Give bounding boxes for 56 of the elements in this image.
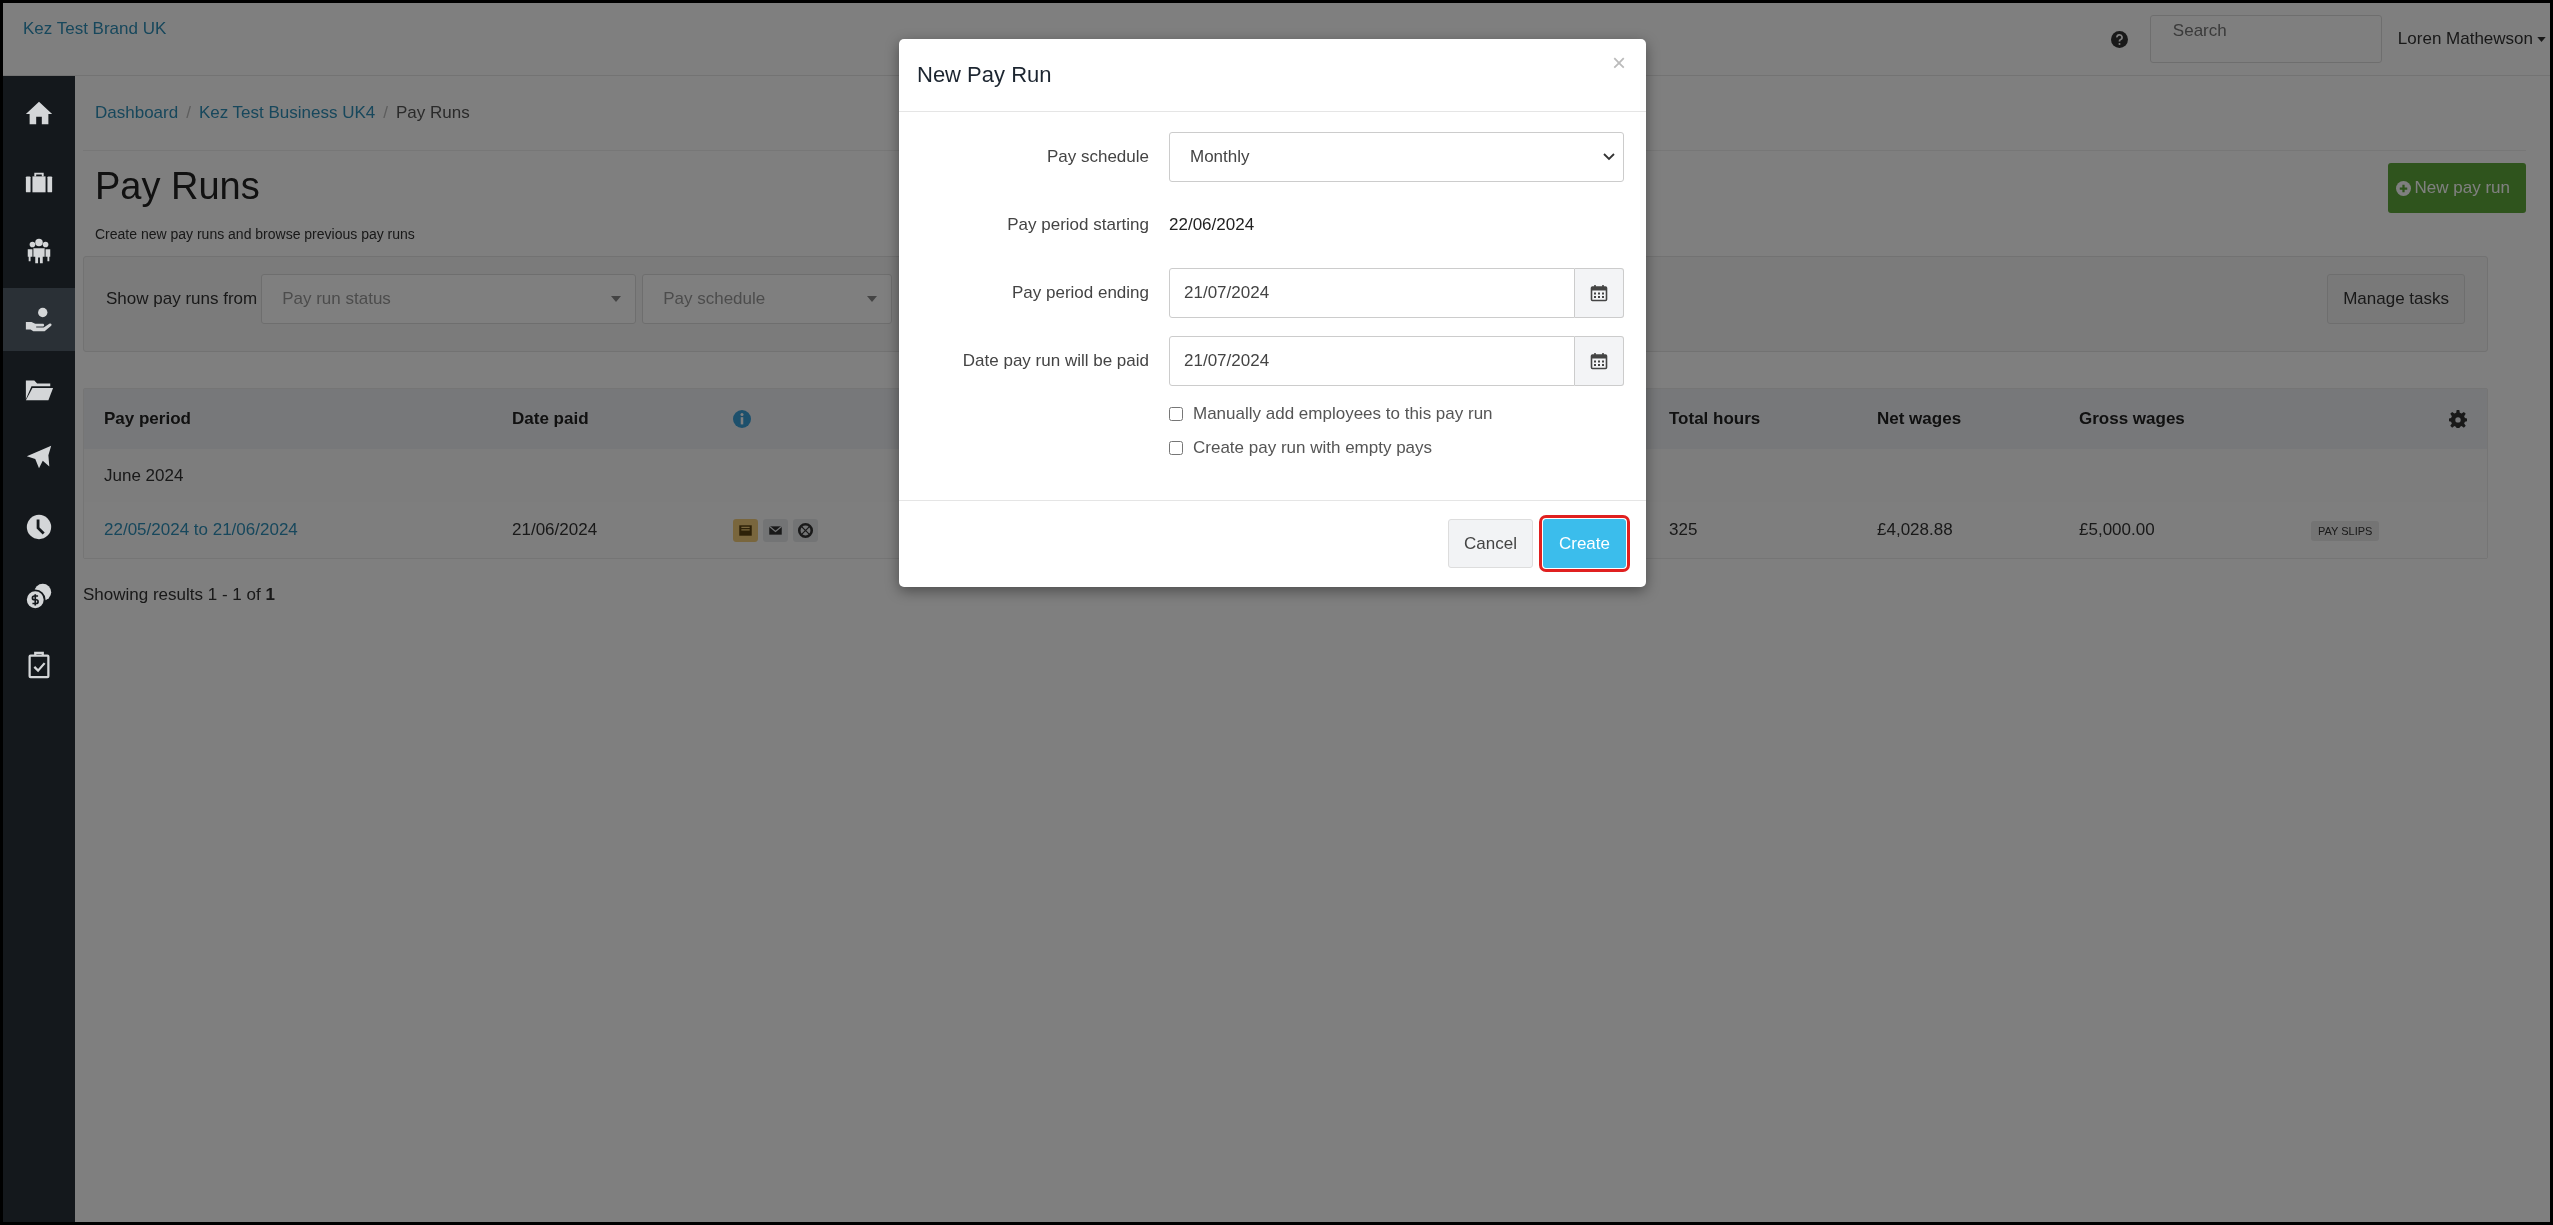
field-value: 22/06/2024 [1169,215,1255,234]
breadcrumb-link[interactable]: Dashboard [95,103,179,123]
user-menu[interactable]: Loren Mathewson [2397,29,2546,49]
calendar-button[interactable] [1575,268,1624,318]
breadcrumb-current: Pay Runs [396,103,470,123]
dialog-title: New Pay Run [917,62,1052,88]
checkbox-label: Manually add employees to this pay run [1193,404,1493,424]
close-button[interactable]: × [1608,49,1630,77]
field-label: Pay period ending [1010,283,1149,303]
field-label: Pay schedule [1045,147,1149,167]
column-header: Date paid [511,409,590,429]
plus-circle-icon [2395,180,2411,196]
column-header: Net wages [1876,409,1963,429]
group-label: June 2024 [104,465,184,486]
table-cell-text: £4,028.88 [1876,520,1954,540]
brand-link[interactable]: Kez Test Brand UK [23,19,167,39]
pay-slips-tag[interactable]: PAY SLIPS [2311,521,2380,541]
table-cell-text: 325 [1668,520,1699,540]
nav-item[interactable] [3,288,75,351]
calendar-icon [1590,284,1608,302]
search-field[interactable]: Search [2149,15,2382,63]
calendar-button[interactable] [1575,336,1624,386]
dropdown-field[interactable]: Monthly [1169,132,1624,182]
chevron-down-icon [1603,153,1615,161]
filter-label: Show pay runs from [106,289,258,309]
checkbox-label: Create pay run with empty pays [1193,438,1433,458]
inbox-icon[interactable] [733,518,758,542]
breadcrumb-separator: / [383,103,389,123]
manage-tasks-button[interactable]: Manage tasks [2327,274,2465,324]
field-label: Date pay run will be paid [961,351,1149,371]
checkbox[interactable] [1169,407,1183,421]
help-icon[interactable] [2110,30,2128,48]
breadcrumb-separator: / [186,103,191,123]
cancel-button[interactable]: Cancel [1448,519,1533,568]
column-header: Gross wages [2078,409,2186,429]
envelope-icon[interactable] [763,518,788,542]
caret-icon [2537,36,2546,42]
page-subtitle: Create new pay runs and browse previous pay runs [95,226,415,242]
caret-icon [867,296,878,302]
column-header: Pay period [103,409,192,429]
field-label: Pay period starting [1006,215,1149,235]
table-cell-text: 21/06/2024 [511,520,599,540]
column-header: Total hours [1668,409,1762,429]
checkbox[interactable] [1169,441,1183,455]
caret-icon [611,296,622,302]
table-cell-text: £5,000.00 [2078,520,2156,540]
settings-icon[interactable] [2449,410,2467,428]
breadcrumb-link[interactable]: Kez Test Business UK4 [198,103,376,123]
date-field[interactable]: 21/07/2024 [1169,268,1575,318]
calendar-icon [1590,352,1608,370]
lifebuoy-icon[interactable] [793,518,818,542]
pay-period-link[interactable]: 22/05/2024 to 21/06/2024 [104,520,298,539]
page-title: Pay Runs [95,165,261,208]
results-count: Showing results 1 - 1 of 1 [83,585,276,605]
date-field[interactable]: 21/07/2024 [1169,336,1575,386]
new-pay-run-button[interactable]: New pay run [2387,163,2526,213]
